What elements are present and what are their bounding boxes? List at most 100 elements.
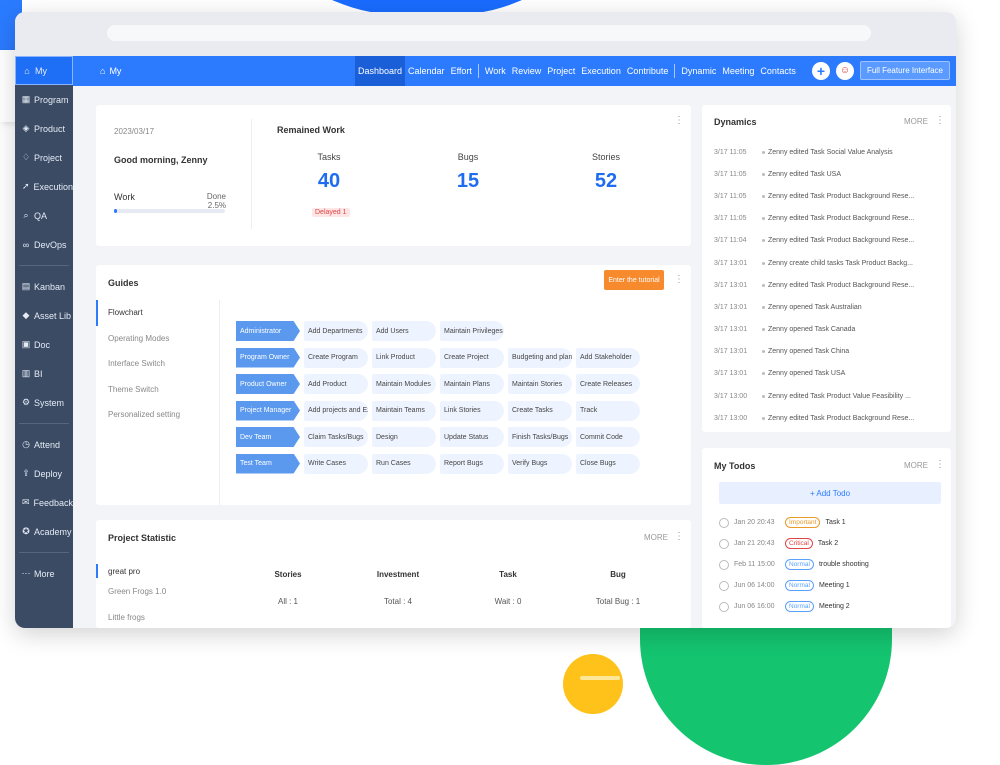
sidebar-item-deploy[interactable]: ⇪ Deploy bbox=[15, 459, 73, 488]
tab-effort[interactable]: Effort bbox=[448, 56, 475, 86]
tab-work[interactable]: Work bbox=[482, 56, 509, 86]
step-chip[interactable]: Maintain Stories bbox=[508, 374, 572, 394]
project-list-item[interactable]: Little frogs bbox=[96, 604, 214, 628]
guides-menu-icon[interactable]: ⋮ bbox=[674, 274, 684, 285]
tab-contacts[interactable]: Contacts bbox=[757, 56, 799, 86]
todo-checkbox[interactable] bbox=[719, 538, 729, 549]
dynamics-row[interactable]: 3/17 11:05 Zenny edited Task USA bbox=[714, 163, 946, 185]
sidebar-item-system[interactable]: ⚙ System bbox=[15, 388, 73, 417]
dynamics-row[interactable]: 3/17 13:01 Zenny create child tasks Task … bbox=[714, 252, 946, 274]
sidebar-item-kanban[interactable]: ▤ Kanban bbox=[15, 272, 73, 301]
sidebar-item-program[interactable]: ▦ Program bbox=[15, 85, 73, 114]
dynamics-menu-icon[interactable]: ⋮ bbox=[935, 115, 945, 126]
step-chip[interactable]: Add Stakeholder bbox=[576, 347, 640, 368]
dynamics-row[interactable]: 3/17 13:01 Zenny opened Task USA bbox=[714, 363, 946, 385]
step-chip[interactable]: Maintain Teams bbox=[372, 400, 436, 421]
tab-project[interactable]: Project bbox=[544, 56, 578, 86]
role-chip[interactable]: Product Owner bbox=[236, 374, 300, 394]
sidebar-item-bi[interactable]: ▥ BI bbox=[15, 359, 73, 388]
dynamics-row[interactable]: 3/17 11:04 Zenny edited Task Product Back… bbox=[714, 230, 946, 252]
step-chip[interactable]: Add Users bbox=[372, 321, 436, 341]
step-chip[interactable]: Add Departments bbox=[304, 321, 368, 341]
tab-dynamic[interactable]: Dynamic bbox=[678, 56, 719, 86]
tab-meeting[interactable]: Meeting bbox=[719, 56, 757, 86]
sidebar-item-feedback[interactable]: ✉ Feedback bbox=[15, 488, 73, 517]
step-chip[interactable]: Budgeting and planning bbox=[508, 347, 572, 368]
welcome-menu-icon[interactable]: ⋮ bbox=[674, 115, 684, 126]
todo-row[interactable]: Jan 20 20:43 Important Task 1 bbox=[719, 512, 941, 533]
stat-tasks[interactable]: Tasks 40 bbox=[299, 152, 359, 193]
dynamics-row[interactable]: 3/17 13:00 Zenny edited Task Product Valu… bbox=[714, 385, 946, 407]
todo-row[interactable]: Jun 06 14:00 Normal Meeting 1 bbox=[719, 575, 941, 596]
sidebar-item-doc[interactable]: ▣ Doc bbox=[15, 330, 73, 359]
guide-menu-item[interactable]: Operating Modes bbox=[96, 326, 219, 352]
stat-stories[interactable]: Stories 52 bbox=[576, 152, 636, 193]
dynamics-row[interactable]: 3/17 13:01 Zenny edited Task Product Back… bbox=[714, 274, 946, 296]
role-chip[interactable]: Administrator bbox=[236, 321, 300, 341]
step-chip[interactable]: Maintain Privileges bbox=[440, 321, 504, 341]
tab-execution[interactable]: Execution bbox=[578, 56, 624, 86]
sidebar-item-asset-lib[interactable]: ◆ Asset Lib bbox=[15, 301, 73, 330]
todos-more-link[interactable]: MORE bbox=[904, 461, 928, 470]
dynamics-row[interactable]: 3/17 13:01 Zenny opened Task China bbox=[714, 341, 946, 363]
sidebar-item-execution[interactable]: ➚ Execution bbox=[15, 172, 73, 201]
guide-menu-item[interactable]: Flowchart bbox=[96, 300, 219, 326]
step-chip[interactable]: Design bbox=[372, 427, 436, 447]
dynamics-row[interactable]: 3/17 11:05 Zenny edited Task Product Back… bbox=[714, 185, 946, 207]
step-chip[interactable]: Create Program bbox=[304, 347, 368, 368]
tab-calendar[interactable]: Calendar bbox=[405, 56, 448, 86]
step-chip[interactable]: Create Releases bbox=[576, 374, 640, 394]
address-bar[interactable] bbox=[107, 25, 871, 41]
stat-bugs[interactable]: Bugs 15 bbox=[438, 152, 498, 193]
role-chip[interactable]: Project Manager bbox=[236, 400, 300, 421]
todo-row[interactable]: Feb 11 15:00 Normal trouble shooting bbox=[719, 554, 941, 575]
step-chip[interactable]: Report Bugs bbox=[440, 453, 504, 474]
step-chip[interactable]: Maintain Modules bbox=[372, 374, 436, 394]
delayed-badge[interactable]: Delayed 1 bbox=[312, 208, 350, 217]
todo-checkbox[interactable] bbox=[719, 517, 729, 528]
sidebar-item-attend[interactable]: ◷ Attend bbox=[15, 430, 73, 459]
dynamics-row[interactable]: 3/17 13:01 Zenny opened Task Australian bbox=[714, 296, 946, 318]
tab-dashboard[interactable]: Dashboard bbox=[355, 56, 406, 86]
step-chip[interactable]: Verify Bugs bbox=[508, 453, 572, 474]
project-statistic-more-link[interactable]: MORE bbox=[644, 533, 668, 542]
avatar[interactable]: ☺ bbox=[835, 61, 854, 80]
project-list-item[interactable]: great pro bbox=[96, 564, 214, 578]
sidebar-item-academy[interactable]: ✪ Academy bbox=[15, 517, 73, 546]
todo-checkbox[interactable] bbox=[719, 601, 729, 612]
dynamics-row[interactable]: 3/17 11:05 Zenny edited Task Social Value… bbox=[714, 141, 946, 163]
step-chip[interactable]: Create Project bbox=[440, 347, 504, 368]
sidebar-item-qa[interactable]: ⌕ QA bbox=[15, 201, 73, 230]
project-statistic-menu-icon[interactable]: ⋮ bbox=[674, 531, 684, 542]
guide-menu-item[interactable]: Interface Switch bbox=[96, 351, 219, 377]
todos-menu-icon[interactable]: ⋮ bbox=[935, 459, 945, 470]
tab-review[interactable]: Review bbox=[509, 56, 545, 86]
step-chip[interactable]: Maintain Plans bbox=[440, 374, 504, 394]
add-todo-button[interactable]: + Add Todo bbox=[719, 482, 941, 504]
step-chip[interactable]: Claim Tasks/Bugs bbox=[304, 427, 368, 447]
step-chip[interactable]: Link Stories bbox=[440, 400, 504, 421]
todo-checkbox[interactable] bbox=[719, 580, 729, 591]
guide-menu-item[interactable]: Theme Switch bbox=[96, 377, 219, 403]
role-chip[interactable]: Test Team bbox=[236, 453, 300, 474]
enter-tutorial-button[interactable]: Enter the tutorial bbox=[604, 270, 664, 290]
step-chip[interactable]: Finish Tasks/Bugs bbox=[508, 427, 572, 447]
step-chip[interactable]: Link Product bbox=[372, 347, 436, 368]
step-chip[interactable]: Commit Code bbox=[576, 427, 640, 447]
step-chip[interactable]: Run Cases bbox=[372, 453, 436, 474]
tab-contribute[interactable]: Contribute bbox=[624, 56, 672, 86]
step-chip[interactable]: Update Status bbox=[440, 427, 504, 447]
sidebar-item-my[interactable]: ⌂ My bbox=[15, 56, 73, 85]
step-chip[interactable]: Write Cases bbox=[304, 453, 368, 474]
dynamics-row[interactable]: 3/17 13:01 Zenny opened Task Canada bbox=[714, 319, 946, 341]
top-my-link[interactable]: ⌂ My bbox=[100, 66, 121, 76]
sidebar-item-project[interactable]: ♢ Project bbox=[15, 143, 73, 172]
step-chip[interactable]: Add Product bbox=[304, 374, 368, 394]
create-plus-button[interactable]: + bbox=[811, 61, 830, 80]
guide-menu-item[interactable]: Personalized setting bbox=[96, 402, 219, 428]
full-feature-button[interactable]: Full Feature Interface bbox=[859, 61, 950, 80]
project-list-item[interactable]: Green Frogs 1.0 bbox=[96, 578, 214, 604]
todo-row[interactable]: Jan 21 20:43 Critical Task 2 bbox=[719, 533, 941, 554]
dynamics-row[interactable]: 3/17 13:00 Zenny edited Task Product Back… bbox=[714, 407, 946, 429]
sidebar-item-devops[interactable]: ∞ DevOps bbox=[15, 230, 73, 259]
